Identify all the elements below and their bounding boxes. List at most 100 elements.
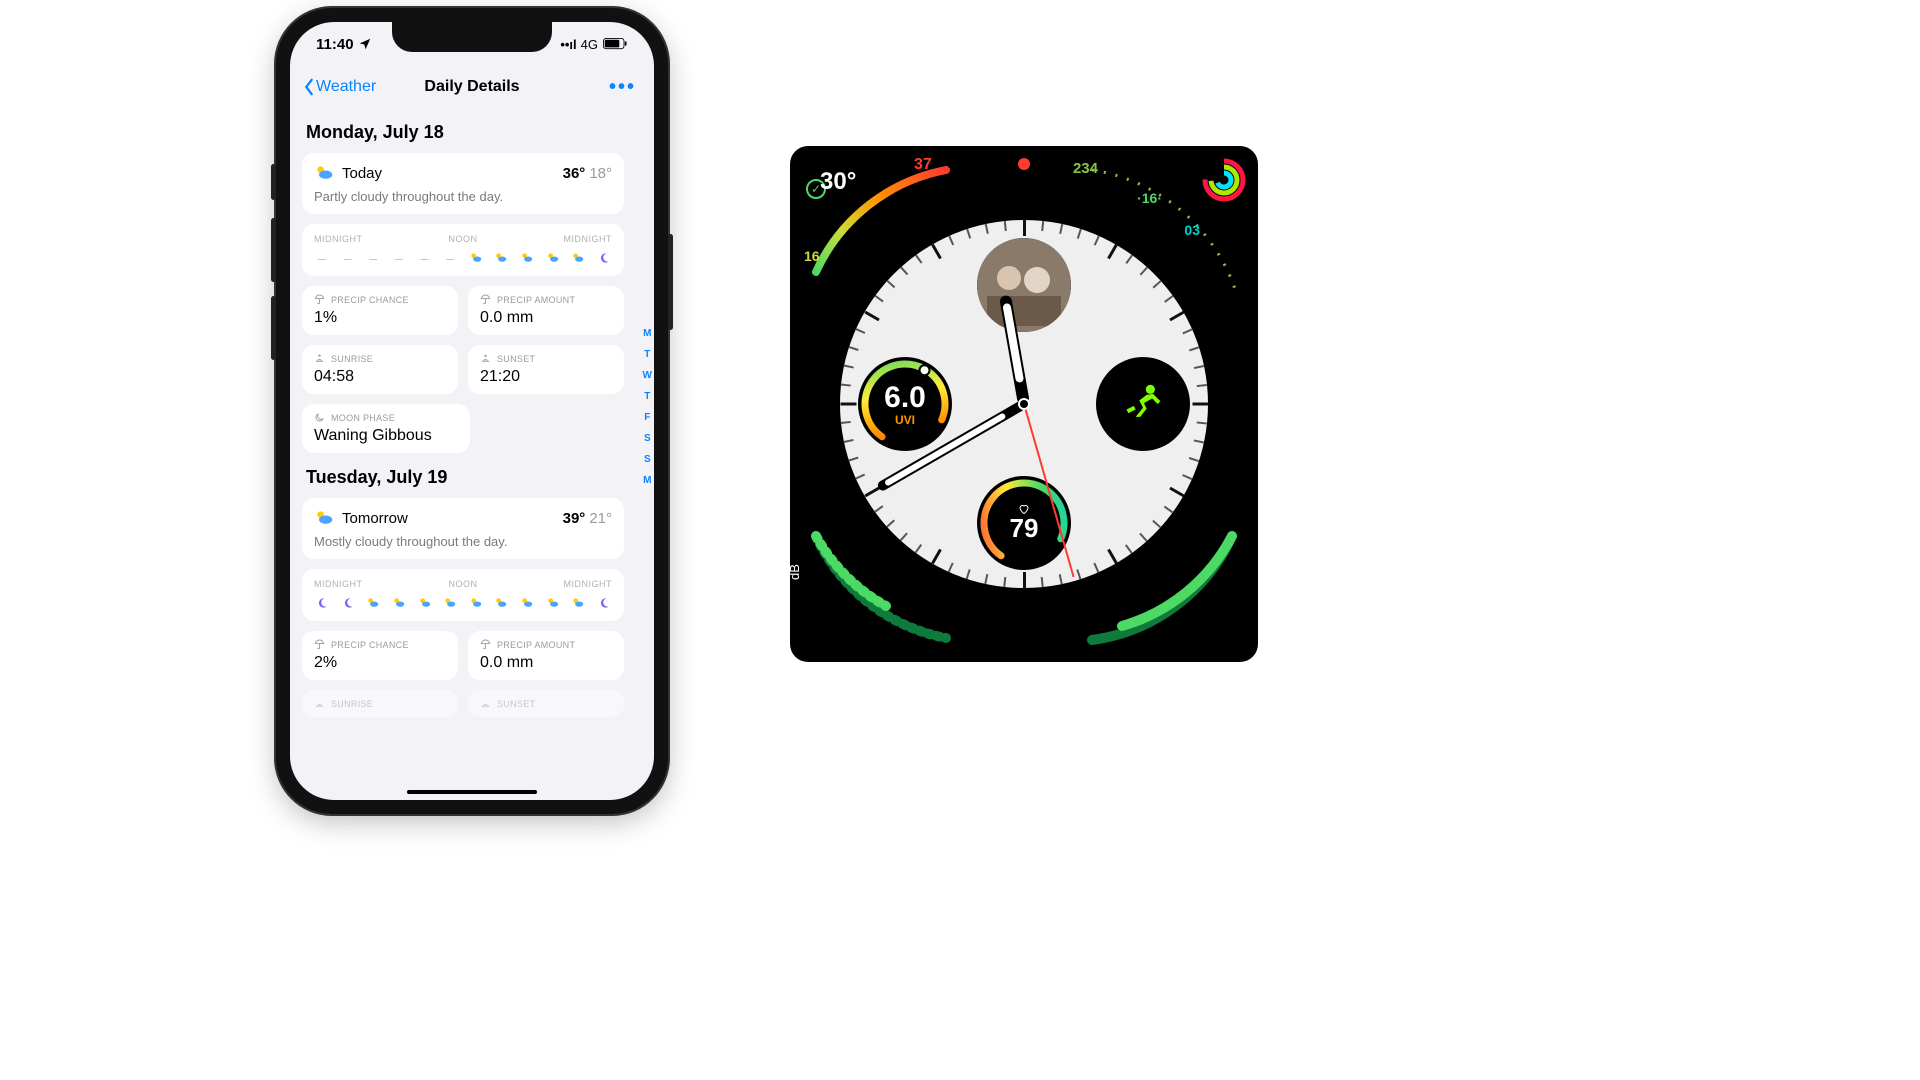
dial-tick [1041, 577, 1044, 587]
dial-tick [900, 533, 908, 541]
temp-scale: 16 [804, 248, 820, 264]
precip-chance-card[interactable]: PRECIP CHANCE 2% [302, 631, 458, 680]
summary-label: Tomorrow [342, 510, 555, 527]
dial-tick [1140, 267, 1148, 275]
day-scrubber-item[interactable]: M [643, 328, 652, 339]
precip-chance-card[interactable]: PRECIP CHANCE 1% [302, 286, 458, 335]
dial-tick [864, 487, 879, 498]
summary-card[interactable]: Tomorrow 39°21° Mostly cloudy throughout… [302, 498, 624, 559]
hourly-row [314, 595, 612, 611]
card-label: SUNRISE [331, 699, 373, 709]
dial-tick [948, 236, 953, 246]
hour-label: NOON [449, 234, 478, 244]
home-indicator[interactable] [407, 790, 537, 794]
day-scrubber-item[interactable]: T [643, 349, 652, 360]
dial-tick [849, 346, 859, 351]
more-button[interactable]: ••• [609, 76, 642, 99]
card-value: Waning Gibbous [314, 427, 458, 445]
sunrise-card[interactable]: SUNRISE 04:58 [302, 345, 458, 394]
day-section: Monday, July 18 Today 36°18° Partly clou… [302, 122, 642, 453]
dial-tick [1126, 544, 1133, 553]
day-scrubber-item[interactable]: T [643, 391, 652, 402]
day-scrubber-item[interactable]: M [643, 475, 652, 486]
precip-amount-card[interactable]: PRECIP AMOUNT 0.0 mm [468, 286, 624, 335]
day-scrubber[interactable]: M T W T F S S M [643, 328, 652, 486]
uvi-complication[interactable]: 6.0 UVI [858, 357, 952, 451]
dial-tick [1140, 533, 1148, 541]
dial-tick [1004, 221, 1007, 231]
hour-slot [314, 595, 330, 611]
dial-tick [1183, 474, 1193, 479]
volume-down-button [271, 296, 276, 360]
side-button [668, 234, 673, 330]
scroll-content[interactable]: M T W T F S S M Monday, July 18 Today 36… [290, 108, 654, 800]
back-button[interactable]: Weather [302, 78, 376, 96]
dial-tick [1197, 421, 1207, 424]
summary-card[interactable]: Today 36°18° Partly cloudy throughout th… [302, 153, 624, 214]
hour-slot [570, 250, 586, 266]
dial-tick [1059, 574, 1063, 584]
dial-tick [1107, 244, 1118, 259]
hour-slot [545, 595, 561, 611]
hour-label: MIDNIGHT [564, 234, 613, 244]
day-scrubber-item[interactable]: S [643, 433, 652, 444]
day-scrubber-item[interactable]: F [643, 412, 652, 423]
sunset-icon [480, 353, 491, 364]
dial-tick [966, 569, 971, 579]
notification-dot-icon [1018, 158, 1030, 170]
precip-amount-card[interactable]: PRECIP AMOUNT 0.0 mm [468, 631, 624, 680]
activity-rings-icon[interactable] [1202, 158, 1246, 202]
summary-desc: Mostly cloudy throughout the day. [314, 534, 612, 549]
dial-tick [841, 384, 851, 387]
dial-tick [864, 311, 879, 322]
dial-tick [931, 549, 942, 564]
day-scrubber-item[interactable]: S [643, 454, 652, 465]
card-label: PRECIP CHANCE [331, 295, 409, 305]
dial-tick [856, 328, 866, 333]
hour-slot [596, 250, 612, 266]
dial-tick [948, 563, 953, 573]
hour-slot [519, 595, 535, 611]
hourly-card[interactable]: MIDNIGHT NOON MIDNIGHT –––––– [302, 224, 624, 276]
workout-complication[interactable] [1096, 357, 1190, 451]
temp-low: 21° [589, 510, 612, 527]
card-value: 04:58 [314, 368, 446, 386]
card-value: 0.0 mm [480, 309, 612, 327]
hour-slot: – [365, 250, 381, 266]
hour-slot [391, 595, 407, 611]
dial-tick [1169, 311, 1184, 322]
card-label: MOON PHASE [331, 413, 395, 423]
hour-slot [442, 595, 458, 611]
dial-tick [875, 295, 884, 302]
card-value: 0.0 mm [480, 654, 612, 672]
sunset-card[interactable]: SUNSET [468, 690, 624, 717]
dial-tick [1194, 365, 1204, 369]
card-value: 1% [314, 309, 446, 327]
hour-label: MIDNIGHT [314, 579, 363, 589]
sunrise-card[interactable]: SUNRISE [302, 690, 458, 717]
moon-icon [314, 412, 325, 423]
hour-slot [596, 595, 612, 611]
battery-icon [602, 38, 628, 50]
dial-tick [985, 574, 989, 584]
card-label: PRECIP CHANCE [331, 640, 409, 650]
hour-slot [417, 595, 433, 611]
iphone-frame: 11:40 ••ıl 4G Weather Daily Details ••• … [276, 8, 668, 814]
photo-complication[interactable] [977, 238, 1071, 332]
day-scrubber-item[interactable]: W [643, 370, 652, 381]
dial-tick [1153, 280, 1161, 288]
dial-tick [1059, 224, 1063, 234]
hourly-card[interactable]: MIDNIGHT NOON MIDNIGHT [302, 569, 624, 621]
hour-slot: – [340, 250, 356, 266]
arc-value: ·16· [1137, 190, 1162, 206]
analog-dial: 6.0 UVI 79 [840, 220, 1208, 588]
temp-scale: 37 [914, 156, 932, 174]
card-value: 2% [314, 654, 446, 672]
hourly-row: –––––– [314, 250, 612, 266]
status-time: 11:40 [316, 36, 354, 53]
page-title: Daily Details [424, 78, 519, 96]
moon-phase-card[interactable]: MOON PHASE Waning Gibbous [302, 404, 470, 453]
sunset-card[interactable]: SUNSET 21:20 [468, 345, 624, 394]
arc-value: 03 [1184, 222, 1200, 238]
dial-tick [1004, 577, 1007, 587]
